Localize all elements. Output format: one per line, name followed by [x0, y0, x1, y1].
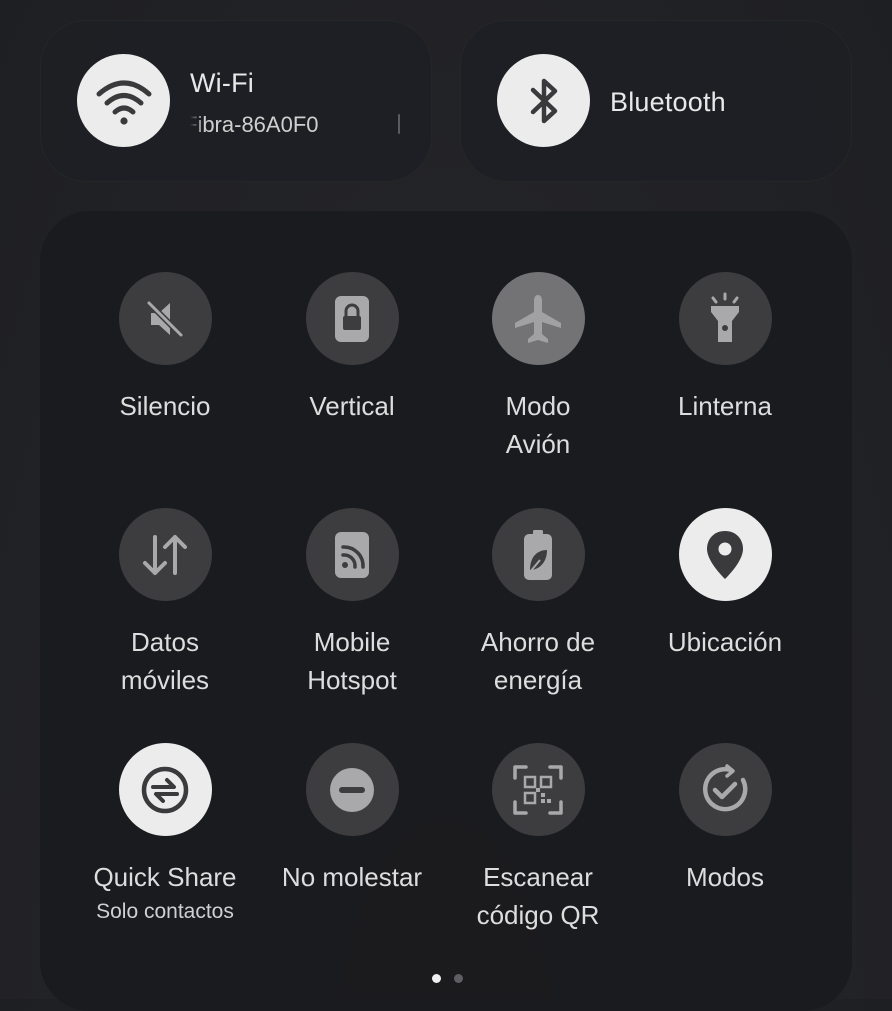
tile-quick-share-label: Quick Share: [93, 862, 237, 892]
tile-vertical-button[interactable]: [305, 272, 399, 365]
tile-linterna-label: Linterna: [678, 391, 772, 421]
quick-share-icon: [141, 766, 189, 813]
tile-datos-moviles-button[interactable]: [118, 508, 212, 601]
tile-mobile-hotspot[interactable]: Mobile Hotspot: [257, 508, 447, 699]
bluetooth-icon: [530, 78, 557, 123]
tile-mobile-hotspot-button[interactable]: [305, 508, 399, 601]
tile-no-molestar-button[interactable]: [305, 743, 399, 836]
tile-ubicacion[interactable]: Ubicación: [630, 508, 820, 661]
tile-escanear-qr-button[interactable]: [491, 743, 585, 836]
tile-no-molestar[interactable]: No molestar: [257, 743, 447, 896]
tile-modos-label: Modos: [685, 862, 765, 892]
tile-mobile-hotspot-label: Mobile Hotspot: [307, 627, 397, 695]
wifi-divider: [398, 114, 400, 134]
tile-ubicacion-button[interactable]: [678, 508, 772, 601]
wifi-card[interactable]: Wi-Fi Fibra-86A0F0: [40, 20, 432, 182]
qr-scan-icon: [513, 764, 563, 815]
modes-icon: [702, 763, 748, 811]
power-saving-icon: [524, 529, 552, 580]
wifi-icon: [96, 80, 151, 125]
tile-datos-moviles-label: Datos móviles: [120, 627, 210, 695]
mobile-data-icon: [143, 534, 187, 575]
tile-silencio-button[interactable]: [118, 272, 212, 365]
hotspot-icon: [335, 531, 369, 578]
tile-modos-button[interactable]: [678, 743, 772, 836]
page-dot-2[interactable]: [454, 974, 463, 983]
mute-icon: [146, 299, 184, 338]
tile-vertical[interactable]: Vertical: [257, 272, 447, 425]
flashlight-icon: [711, 292, 739, 342]
tile-silencio[interactable]: Silencio: [70, 272, 260, 425]
tile-ahorro-energia[interactable]: Ahorro de energía: [443, 508, 633, 699]
tile-datos-moviles[interactable]: Datos móviles: [70, 508, 260, 699]
do-not-disturb-icon: [330, 767, 374, 812]
tile-escanear-qr-label: Escanear código QR: [476, 862, 600, 930]
tile-modo-avion[interactable]: Modo Avión: [443, 272, 633, 463]
tile-modo-avion-label: Modo Avión: [505, 391, 571, 459]
tile-ahorro-energia-button[interactable]: [491, 508, 585, 601]
tile-quick-share-button[interactable]: [118, 743, 212, 836]
tile-linterna-button[interactable]: [678, 272, 772, 365]
bluetooth-toggle[interactable]: [497, 54, 590, 147]
bluetooth-card[interactable]: Bluetooth: [460, 20, 852, 182]
wifi-network-name: Fibra-86A0F0: [190, 112, 319, 137]
page-indicator: [432, 974, 463, 983]
tile-ahorro-energia-label: Ahorro de energía: [480, 627, 596, 695]
wifi-toggle[interactable]: [77, 54, 170, 147]
tile-modos[interactable]: Modos: [630, 743, 820, 896]
wifi-title: Wi-Fi: [190, 68, 254, 98]
tile-modo-avion-button[interactable]: [491, 272, 585, 365]
tile-ubicacion-label: Ubicación: [667, 627, 783, 657]
tile-vertical-label: Vertical: [309, 391, 395, 421]
tile-silencio-label: Silencio: [119, 391, 211, 421]
page-dot-1[interactable]: [432, 974, 441, 983]
tile-quick-share[interactable]: Quick Share Solo contactos: [70, 743, 260, 925]
rotation-lock-icon: [335, 295, 369, 342]
bluetooth-title: Bluetooth: [610, 87, 726, 117]
location-icon: [707, 530, 743, 579]
tile-quick-share-sublabel: Solo contactos: [96, 900, 234, 923]
airplane-icon: [515, 294, 561, 343]
tile-no-molestar-label: No molestar: [281, 862, 423, 892]
tile-linterna[interactable]: Linterna: [630, 272, 820, 425]
tile-escanear-qr[interactable]: Escanear código QR: [443, 743, 633, 934]
